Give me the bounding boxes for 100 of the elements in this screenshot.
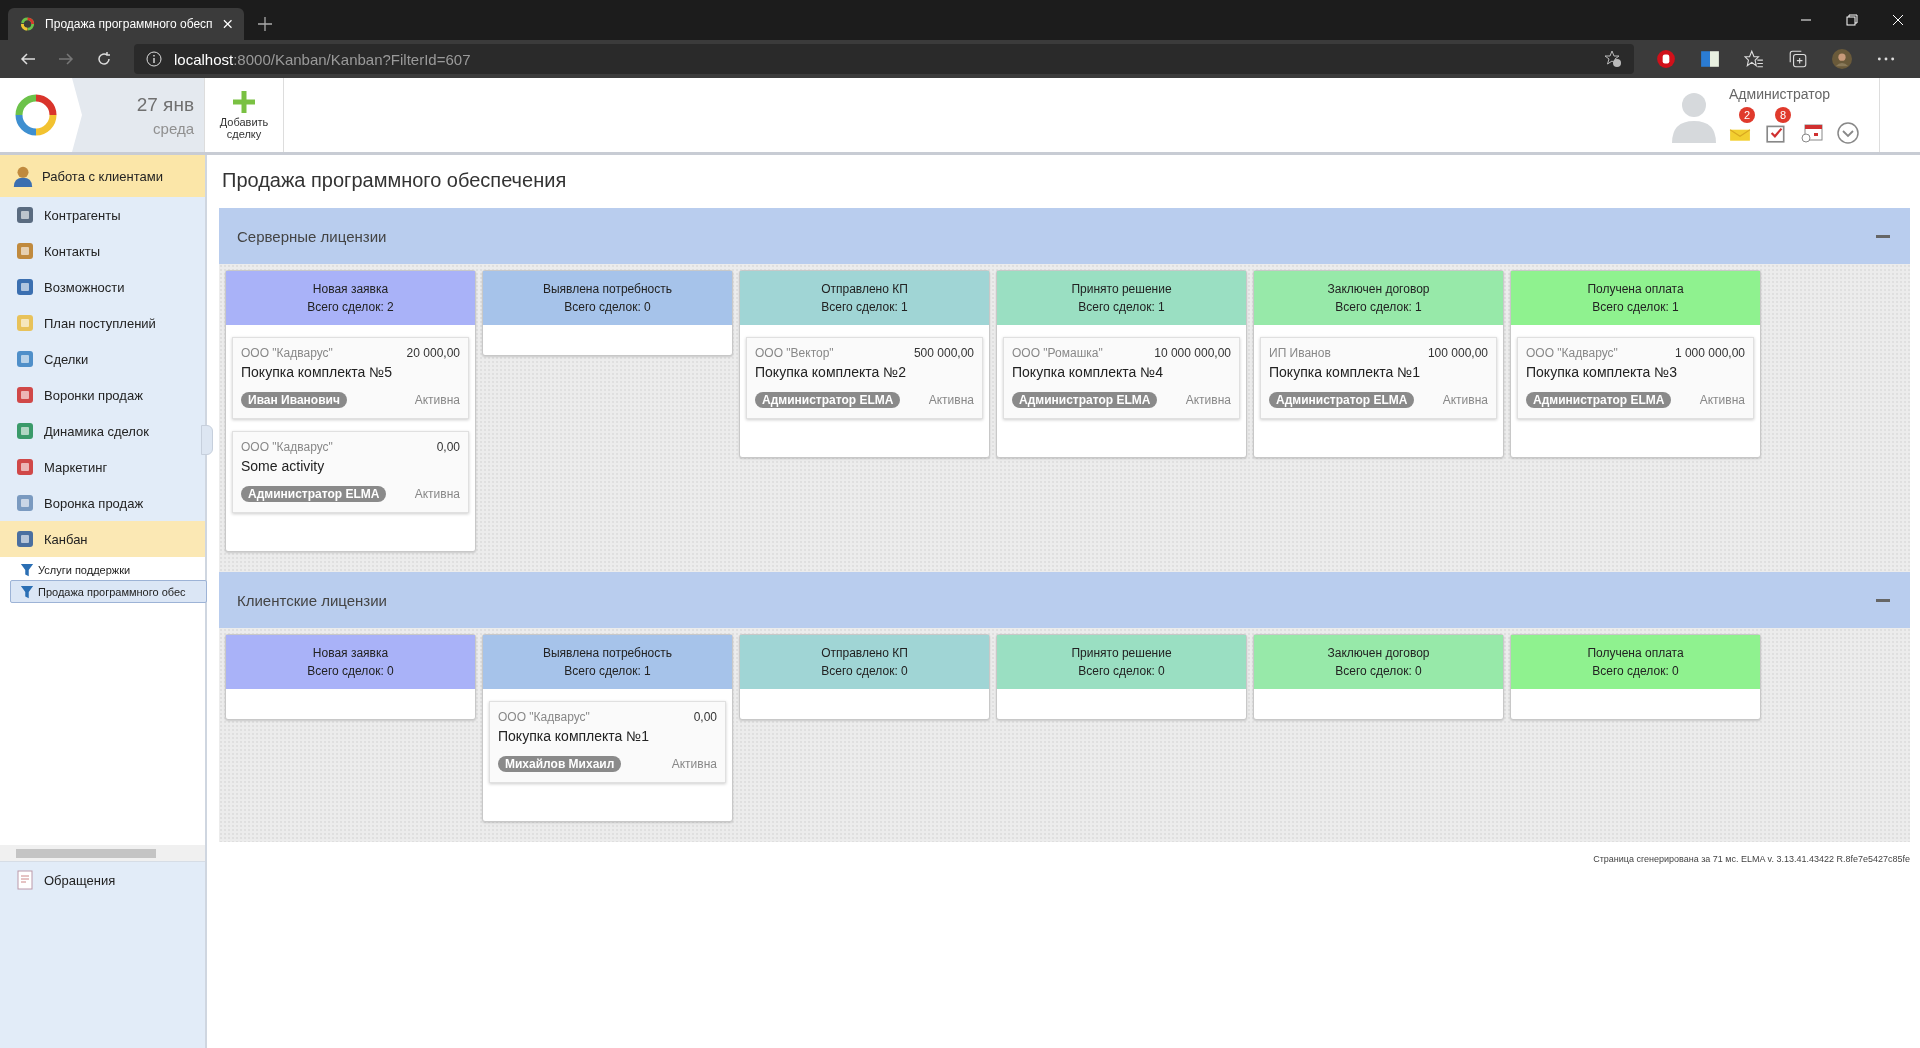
deal-amount: 500 000,00 bbox=[913, 346, 974, 360]
owner-tag: Михайлов Михаил bbox=[498, 756, 622, 772]
column-count: Всего сделок: 0 bbox=[307, 664, 394, 678]
column-count: Всего сделок: 1 bbox=[1078, 300, 1165, 314]
page-title: Продажа программного обеспечения bbox=[222, 169, 568, 192]
browser-tab[interactable]: Продажа программного обесп bbox=[8, 8, 244, 40]
deal-card[interactable]: ООО "Вектор" 500 000,00 Покупка комплекта №2 Администратор ELMA Активна bbox=[746, 337, 983, 419]
menu-item-icon bbox=[14, 456, 36, 478]
column-count: Всего сделок: 0 bbox=[1078, 664, 1165, 678]
column-title: Выявлена потребность bbox=[542, 282, 673, 296]
calendar-icon[interactable] bbox=[1801, 122, 1823, 144]
address-field[interactable]: localhost:8000/Kanban/Kanban?FilterId=607 bbox=[134, 44, 1634, 74]
column-title: Принято решение bbox=[1071, 646, 1172, 660]
deal-amount: 100 000,00 bbox=[1427, 346, 1488, 360]
favorites-icon[interactable] bbox=[1744, 49, 1764, 69]
column-count: Всего сделок: 0 bbox=[1335, 664, 1422, 678]
collapse-toggle[interactable] bbox=[1876, 234, 1890, 238]
deal-status: Активна bbox=[928, 393, 974, 407]
restore-icon[interactable] bbox=[1846, 14, 1858, 26]
add-deal-button[interactable]: Добавить сделку bbox=[204, 78, 284, 152]
person-icon bbox=[12, 165, 34, 187]
funnel-icon bbox=[20, 584, 34, 599]
close-icon[interactable] bbox=[222, 19, 232, 29]
sidebar-group-header[interactable]: Работа с клиентами bbox=[0, 155, 205, 197]
section-header[interactable]: Серверные лицензии bbox=[219, 208, 1910, 264]
count-badge: 2 bbox=[1739, 107, 1755, 123]
info-icon bbox=[146, 51, 162, 67]
deal-card[interactable]: ООО "Кадварус" 0,00 Some activity Администратор ELMA Активна bbox=[232, 431, 469, 513]
column-count: Всего сделок: 1 bbox=[1592, 300, 1679, 314]
profile-avatar-icon[interactable] bbox=[1832, 49, 1852, 69]
deal-card[interactable]: ООО "Кадварус" 0,00 Покупка комплекта №1 Михайлов Михаил Активна bbox=[489, 701, 726, 783]
sidebar-item[interactable]: Канбан bbox=[0, 521, 205, 557]
tree-item[interactable]: Услуги поддержки bbox=[10, 559, 207, 580]
deal-status: Активна bbox=[414, 393, 460, 407]
deal-title: Some activity bbox=[241, 458, 326, 474]
deal-title: Покупка комплекта №5 bbox=[241, 364, 394, 380]
deal-status: Активна bbox=[1442, 393, 1488, 407]
ring-logo-icon bbox=[20, 16, 36, 32]
date-label: 27 янв bbox=[136, 93, 194, 116]
sidebar-item[interactable]: Контрагенты bbox=[0, 197, 205, 233]
user-name[interactable]: Администратор bbox=[1729, 86, 1830, 102]
menu-item-icon bbox=[14, 348, 36, 370]
sidebar-item[interactable]: Маркетинг bbox=[0, 449, 205, 485]
back-icon[interactable] bbox=[20, 51, 36, 67]
sidebar-item[interactable]: Контакты bbox=[0, 233, 205, 269]
collections-icon[interactable] bbox=[1788, 49, 1808, 69]
tree-item[interactable]: Продажа программного обес bbox=[10, 580, 207, 603]
column-count: Всего сделок: 0 bbox=[821, 664, 908, 678]
sidebar-item[interactable]: Возможности bbox=[0, 269, 205, 305]
chevron-down-icon[interactable] bbox=[1837, 122, 1859, 144]
menu-item-icon bbox=[14, 276, 36, 298]
section-title: Клиентские лицензии bbox=[237, 591, 387, 609]
reload-icon[interactable] bbox=[96, 51, 112, 67]
menu-item-icon bbox=[14, 240, 36, 262]
horizontal-scrollbar[interactable] bbox=[0, 845, 205, 861]
count-badge: 8 bbox=[1775, 107, 1791, 123]
task-check-icon[interactable] bbox=[1765, 123, 1787, 143]
owner-tag: Администратор ELMA bbox=[1012, 392, 1158, 408]
company-name: ООО "Кадварус" bbox=[498, 710, 590, 724]
star-plus-icon[interactable] bbox=[1604, 50, 1622, 68]
sidebar-item[interactable]: Динамика сделок bbox=[0, 413, 205, 449]
sidebar-item[interactable]: План поступлений bbox=[0, 305, 205, 341]
column-title: Заключен договор bbox=[1327, 646, 1430, 660]
section-header[interactable]: Клиентские лицензии bbox=[219, 572, 1910, 628]
company-name: ООО "Ромашка" bbox=[1012, 346, 1103, 360]
owner-tag: Администратор ELMA bbox=[755, 392, 901, 408]
column-count: Всего сделок: 2 bbox=[307, 300, 394, 314]
deal-title: Покупка комплекта №1 bbox=[498, 728, 651, 744]
forward-icon[interactable] bbox=[58, 51, 74, 67]
column-count: Всего сделок: 1 bbox=[1335, 300, 1422, 314]
menu-item-icon bbox=[14, 312, 36, 334]
deal-amount: 0,00 bbox=[693, 710, 717, 724]
sidebar-item[interactable]: Сделки bbox=[0, 341, 205, 377]
sidebar-item[interactable]: Воронки продаж bbox=[0, 377, 205, 413]
deal-amount: 20 000,00 bbox=[406, 346, 460, 360]
owner-tag: Администратор ELMA bbox=[1269, 392, 1415, 408]
deal-title: Покупка комплекта №1 bbox=[1269, 364, 1422, 380]
deal-card[interactable]: ООО "Кадварус" 1 000 000,00 Покупка комплекта №3 Администратор ELMA Активна bbox=[1517, 337, 1754, 419]
sidebar-item[interactable]: Воронка продаж bbox=[0, 485, 205, 521]
close-icon[interactable] bbox=[1892, 14, 1904, 26]
deal-card[interactable]: ООО "Кадварус" 20 000,00 Покупка комплекта №5 Иван Иванович Активна bbox=[232, 337, 469, 419]
deal-status: Активна bbox=[1699, 393, 1745, 407]
menu-item-icon bbox=[14, 384, 36, 406]
weekday-label: среда bbox=[153, 119, 194, 137]
company-name: ИП Иванов bbox=[1269, 346, 1331, 360]
column-title: Отправлено КП bbox=[821, 282, 908, 296]
menu-item-icon bbox=[14, 420, 36, 442]
sidebar-item[interactable]: Обращения bbox=[0, 861, 205, 898]
deal-card[interactable]: ООО "Ромашка" 10 000 000,00 Покупка комплекта №4 Администратор ELMA Активна bbox=[1003, 337, 1240, 419]
deal-status: Активна bbox=[1185, 393, 1231, 407]
collapse-toggle[interactable] bbox=[1876, 598, 1890, 602]
company-name: ООО "Кадварус" bbox=[1526, 346, 1618, 360]
funnel-icon bbox=[20, 562, 34, 577]
collapse-sidebar-handle[interactable] bbox=[201, 425, 213, 455]
new-tab-icon[interactable] bbox=[258, 17, 272, 31]
plus-icon bbox=[232, 89, 256, 114]
menu-item-icon bbox=[14, 204, 36, 226]
ring-logo-icon[interactable] bbox=[14, 93, 58, 137]
column-title: Отправлено КП bbox=[821, 646, 908, 660]
deal-card[interactable]: ИП Иванов 100 000,00 Покупка комплекта №1 Администратор ELMA Активна bbox=[1260, 337, 1497, 419]
